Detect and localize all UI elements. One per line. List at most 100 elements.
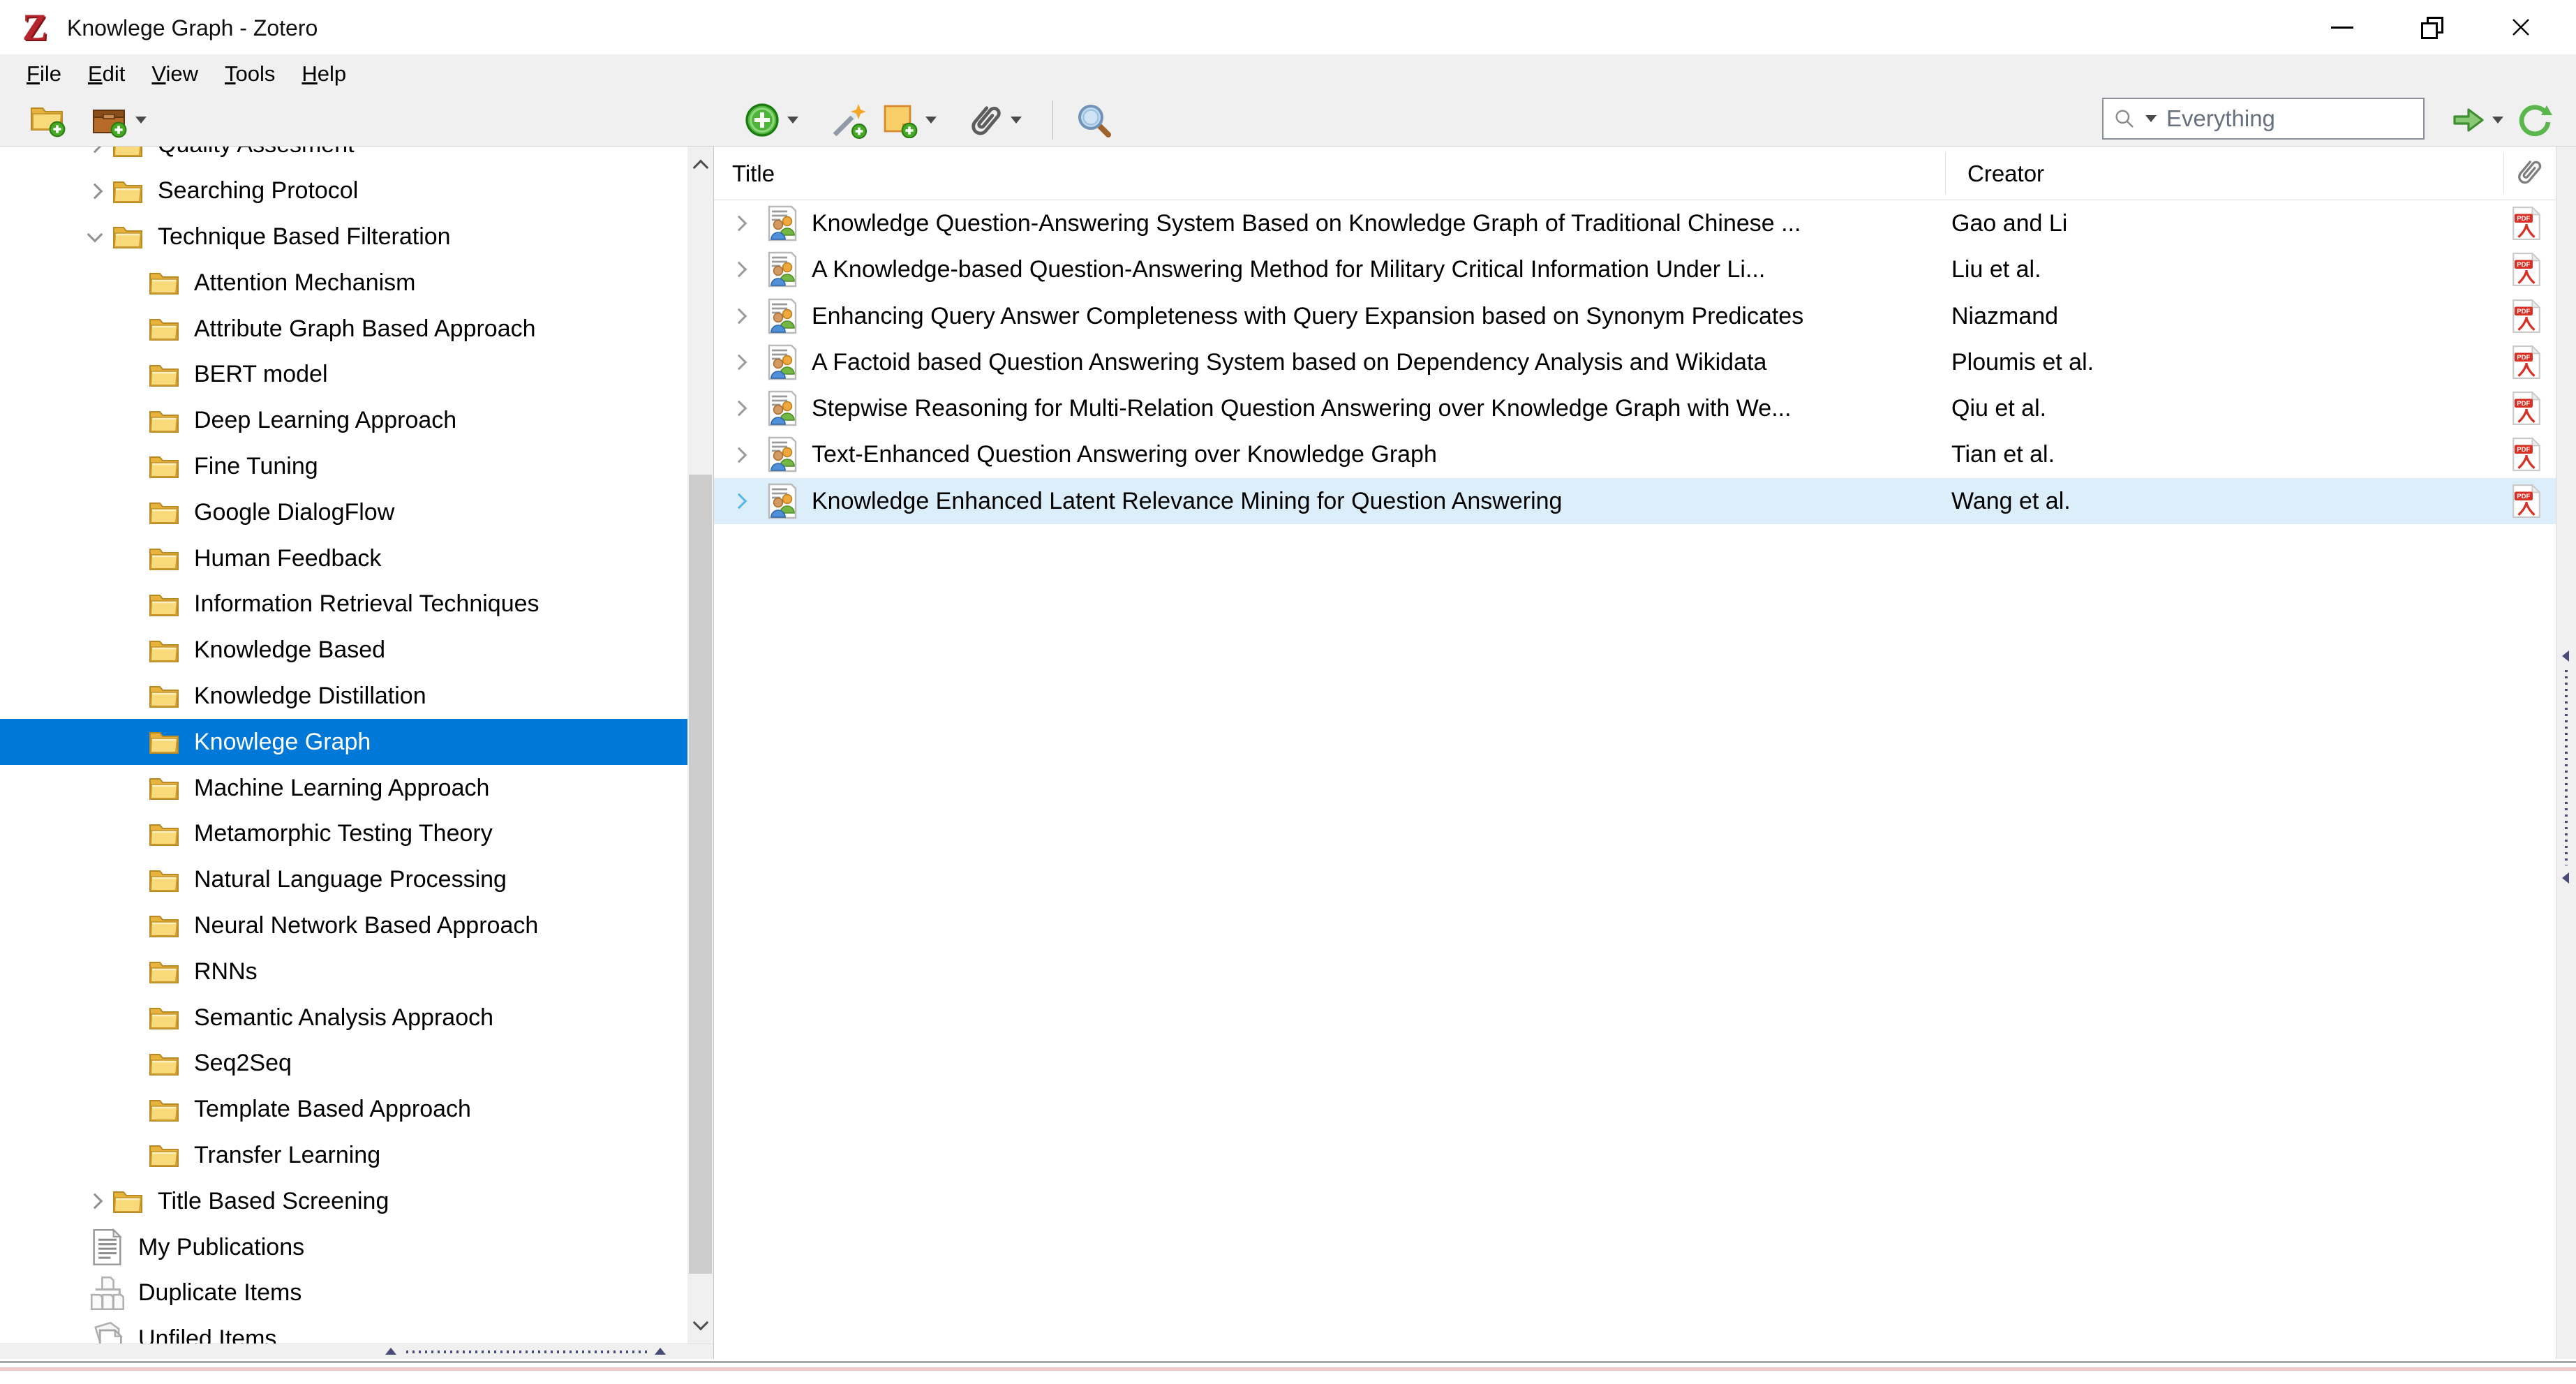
collection-row[interactable]: Deep Learning Approach [0,398,687,444]
collection-row[interactable]: Neural Network Based Approach [0,903,687,949]
add-item-by-identifier-button[interactable] [829,101,868,139]
close-button[interactable] [2482,0,2560,54]
journal-article-icon [767,483,798,519]
add-attachment-dropdown-icon[interactable] [1011,117,1022,124]
collection-row[interactable]: RNNs [0,948,687,995]
item-creator: Ploumis et al. [1951,349,2094,376]
item-row[interactable]: A Factoid based Question Answering Syste… [714,339,2556,385]
quick-search-input[interactable]: Everything [2102,98,2425,140]
collection-row[interactable]: Google DialogFlow [0,489,687,535]
collapse-arrow-icon[interactable] [87,227,103,243]
scroll-up-button[interactable] [687,151,713,180]
expand-arrow-icon[interactable] [87,183,103,199]
item-attachment-pdf: PDF [2512,391,2541,432]
expand-arrow-icon[interactable] [731,355,747,371]
locate-dropdown-icon[interactable] [2492,117,2503,124]
restore-button[interactable] [2392,0,2471,54]
new-item-button[interactable] [744,102,798,138]
new-item-dropdown-icon[interactable] [787,117,798,124]
new-collection-button[interactable] [29,103,67,137]
tag-selector-splitter[interactable] [0,1344,713,1359]
collection-row[interactable]: Attention Mechanism [0,260,687,306]
item-row[interactable]: Knowledge Question-Answering System Base… [714,200,2556,246]
column-separator[interactable] [1945,152,1946,194]
new-note-button[interactable] [881,102,937,138]
item-title: Knowledge Enhanced Latent Relevance Mini… [812,488,1928,515]
collection-label: Knowledge Based [194,637,385,664]
menu-help[interactable]: Help [301,61,346,87]
column-header-title[interactable]: Title [732,161,775,187]
collection-row[interactable]: Information Retrieval Techniques [0,581,687,627]
collection-row[interactable]: Seq2Seq [0,1041,687,1087]
column-header-attachment[interactable] [2513,156,2544,193]
scrollbar-thumb[interactable] [689,475,712,1274]
expand-arrow-icon[interactable] [87,147,103,153]
collection-row[interactable]: Knowledge Distillation [0,674,687,720]
collection-row[interactable]: Searching Protocol [0,168,687,214]
minimize-button[interactable] [2303,0,2381,54]
expand-arrow-icon[interactable] [731,447,747,463]
column-separator[interactable] [2503,152,2504,194]
collection-row[interactable]: Fine Tuning [0,444,687,490]
collection-row[interactable]: Attribute Graph Based Approach [0,306,687,352]
collection-row[interactable]: Transfer Learning [0,1133,687,1179]
search-placeholder: Everything [2166,105,2275,132]
new-library-button[interactable] [89,102,147,138]
sync-button[interactable] [2517,102,2553,138]
splitter-arrow-icon [655,1348,666,1355]
collection-label: Attribute Graph Based Approach [194,315,536,343]
search-scope-dropdown-icon[interactable] [2145,115,2157,122]
expand-arrow-icon[interactable] [731,262,747,278]
collection-row[interactable]: Technique Based Filteration [0,214,687,260]
collection-row[interactable]: Template Based Approach [0,1087,687,1133]
menu-view[interactable]: View [151,61,198,87]
advanced-search-button[interactable] [1075,101,1112,139]
expand-arrow-icon[interactable] [731,493,747,509]
svg-text:PDF: PDF [2517,354,2530,362]
item-row[interactable]: Enhancing Query Answer Completeness with… [714,293,2556,339]
collection-label: Duplicate Items [138,1279,301,1307]
collection-row[interactable]: Human Feedback [0,535,687,581]
new-library-dropdown-icon[interactable] [135,117,147,124]
collection-row[interactable]: Semantic Analysis Appraoch [0,995,687,1041]
collection-row[interactable]: Metamorphic Testing Theory [0,811,687,857]
collection-row[interactable]: My Publications [0,1224,687,1270]
item-creator: Gao and Li [1951,210,2067,237]
collection-row[interactable]: Quality Assesment [0,147,687,168]
paperclip-icon [2507,150,2550,193]
menu-edit[interactable]: Edit [88,61,125,87]
collection-row[interactable]: Machine Learning Approach [0,765,687,811]
menu-file[interactable]: File [27,61,61,87]
collection-row[interactable]: Duplicate Items [0,1270,687,1316]
collection-row[interactable]: Title Based Screening [0,1178,687,1224]
twisty-box [78,147,112,151]
add-attachment-button[interactable] [966,101,1022,139]
duplicates-icon [89,1275,126,1311]
scroll-down-button[interactable] [687,1310,713,1339]
pdf-icon: PDF [2512,299,2541,334]
expand-arrow-icon[interactable] [731,401,747,417]
toolbar: Everything [0,94,2576,147]
locate-button[interactable] [2452,104,2503,136]
expand-arrow-icon[interactable] [87,1193,103,1210]
expand-arrow-icon[interactable] [731,216,747,232]
collection-row[interactable]: Knowledge Based [0,627,687,674]
item-row[interactable]: Text-Enhanced Question Answering over Kn… [714,431,2556,477]
item-row[interactable]: A Knowledge-based Question-Answering Met… [714,246,2556,292]
splitter-arrow-icon [2562,872,2569,884]
item-row[interactable]: Stepwise Reasoning for Multi-Relation Qu… [714,385,2556,431]
collection-row[interactable]: BERT model [0,352,687,398]
collection-row[interactable]: Natural Language Processing [0,857,687,903]
twisty-box [724,431,754,477]
collection-row[interactable]: Knowlege Graph [0,719,687,765]
menu-tools[interactable]: Tools [225,61,275,87]
expand-arrow-icon[interactable] [731,308,747,324]
new-note-dropdown-icon[interactable] [925,117,937,124]
item-pane-splitter[interactable] [2556,147,2576,1359]
column-header-creator[interactable]: Creator [1967,161,2044,187]
magic-wand-icon [829,101,868,139]
splitter-grip [406,1350,649,1353]
item-row[interactable]: Knowledge Enhanced Latent Relevance Mini… [714,478,2556,524]
sidebar-scrollbar[interactable] [687,147,713,1359]
twisty-box [724,339,754,385]
